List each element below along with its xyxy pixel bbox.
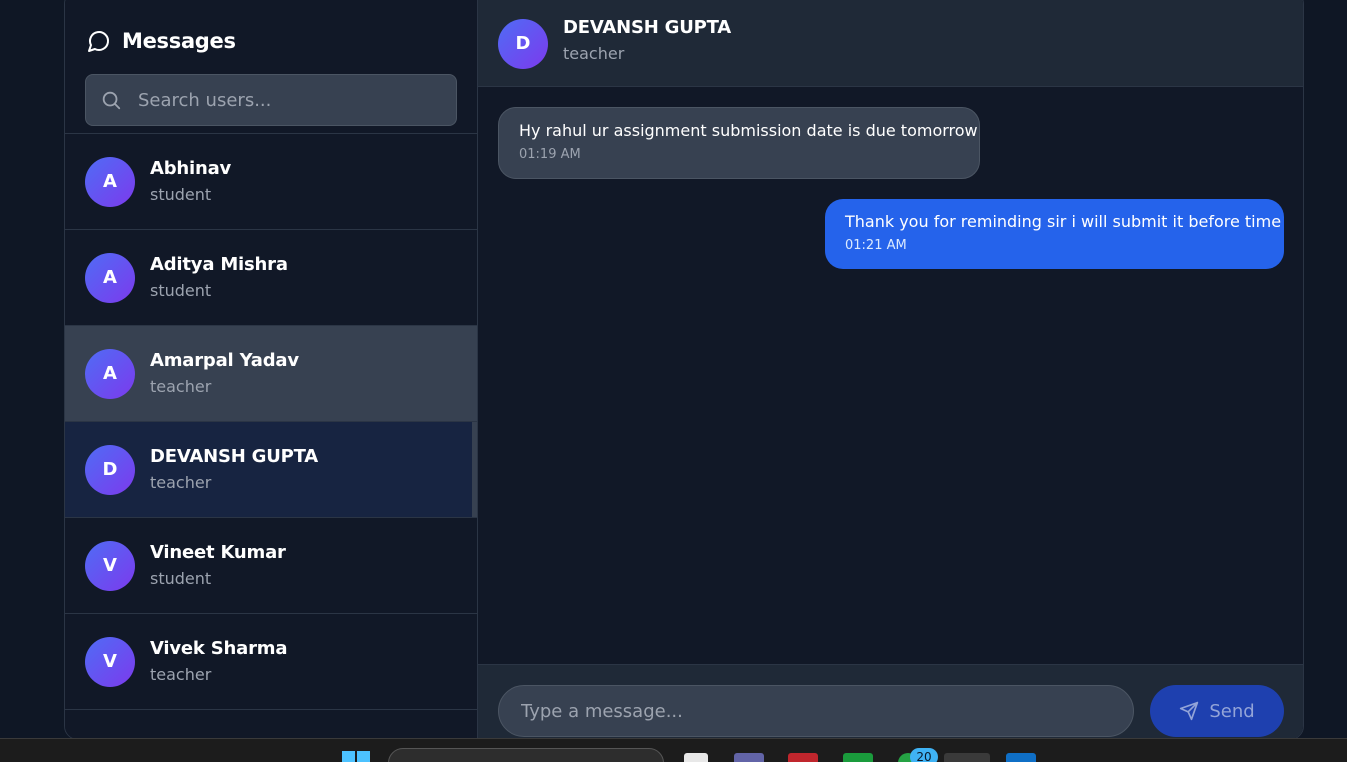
chat-contact-role: teacher — [563, 44, 625, 63]
teams-app-icon[interactable] — [734, 753, 764, 762]
user-meta: Aditya Mishra student — [150, 253, 288, 302]
message-list[interactable]: Hy rahul ur assignment submission date i… — [478, 87, 1303, 664]
message-input[interactable] — [519, 699, 1099, 723]
message-bubble-icon — [88, 31, 109, 52]
user-meta: Vineet Kumar student — [150, 541, 286, 590]
avatar: A — [85, 348, 135, 399]
user-list: A Abhinav student A Aditya Mishra studen… — [65, 134, 477, 739]
message-text: Thank you for reminding sir i will submi… — [845, 212, 1282, 231]
chat-panel: D DEVANSH GUPTA teacher Hy rahul ur assi… — [478, 0, 1303, 739]
send-button-label: Send — [1209, 700, 1255, 722]
user-list-item-vineet-kumar[interactable]: V Vineet Kumar student — [65, 518, 477, 614]
avatar: V — [85, 636, 135, 687]
messaging-app: Messages A Abhinav student A Aditya — [64, 0, 1304, 740]
avatar: A — [85, 252, 135, 303]
user-name: Aditya Mishra — [150, 254, 288, 275]
message-time: 01:19 AM — [519, 147, 581, 162]
user-name: Amarpal Yadav — [150, 350, 299, 371]
user-list-item-aditya-mishra[interactable]: A Aditya Mishra student — [65, 230, 477, 326]
user-name: Abhinav — [150, 158, 232, 179]
send-button[interactable]: Send — [1150, 685, 1284, 737]
file-app-icon[interactable] — [684, 753, 708, 762]
outgoing-message: Thank you for reminding sir i will submi… — [825, 199, 1284, 269]
chat-avatar: D — [498, 18, 548, 69]
message-time: 01:21 AM — [845, 238, 907, 253]
chat-header: D DEVANSH GUPTA teacher — [478, 0, 1303, 87]
send-icon — [1180, 701, 1199, 721]
user-meta: Amarpal Yadav teacher — [150, 349, 299, 398]
user-list-item-abhinav[interactable]: A Abhinav student — [65, 134, 477, 230]
taskbar-search[interactable] — [388, 748, 664, 762]
search-box[interactable] — [85, 74, 457, 126]
chat-contact-name: DEVANSH GUPTA — [563, 17, 732, 38]
user-role: teacher — [150, 377, 212, 396]
avatar: V — [85, 540, 135, 591]
avatar: D — [85, 444, 135, 495]
browser-app-icon[interactable] — [944, 753, 990, 762]
chat-header-meta: DEVANSH GUPTA teacher — [563, 16, 731, 65]
user-role: student — [150, 185, 212, 204]
incoming-message: Hy rahul ur assignment submission date i… — [498, 107, 980, 179]
user-role: teacher — [150, 665, 212, 684]
sidebar-header: Messages — [65, 0, 477, 134]
sidebar-title: Messages — [85, 25, 457, 57]
windows-start-icon[interactable] — [342, 751, 372, 762]
notification-badge: 20 — [910, 748, 938, 762]
user-meta: Vivek Sharma teacher — [150, 637, 287, 686]
user-role: student — [150, 569, 212, 588]
sidebar-title-label: Messages — [122, 29, 236, 53]
user-name: Vineet Kumar — [150, 542, 286, 563]
user-meta: DEVANSH GUPTA teacher — [150, 445, 318, 494]
user-list-item-vivek-sharma[interactable]: V Vivek Sharma teacher — [65, 614, 477, 710]
user-list-item-amarpal-yadav[interactable]: A Amarpal Yadav teacher — [65, 326, 477, 422]
user-name: Vivek Sharma — [150, 638, 288, 659]
red-app-icon[interactable] — [788, 753, 818, 762]
os-taskbar: 20 — [0, 738, 1347, 762]
vscode-app-icon[interactable] — [1006, 753, 1036, 762]
avatar: A — [85, 156, 135, 207]
message-composer: Send — [478, 664, 1303, 739]
user-meta: Abhinav student — [150, 157, 231, 206]
search-icon — [102, 91, 121, 110]
user-name: DEVANSH GUPTA — [150, 446, 319, 467]
user-list-item-devansh-gupta[interactable]: D DEVANSH GUPTA teacher — [65, 422, 477, 518]
xbox-app-icon[interactable] — [843, 753, 873, 762]
sidebar: Messages A Abhinav student A Aditya — [65, 0, 478, 739]
message-input-wrapper[interactable] — [498, 685, 1134, 737]
user-role: teacher — [150, 473, 212, 492]
user-role: student — [150, 281, 212, 300]
search-input[interactable] — [136, 88, 436, 112]
message-text: Hy rahul ur assignment submission date i… — [519, 121, 978, 140]
